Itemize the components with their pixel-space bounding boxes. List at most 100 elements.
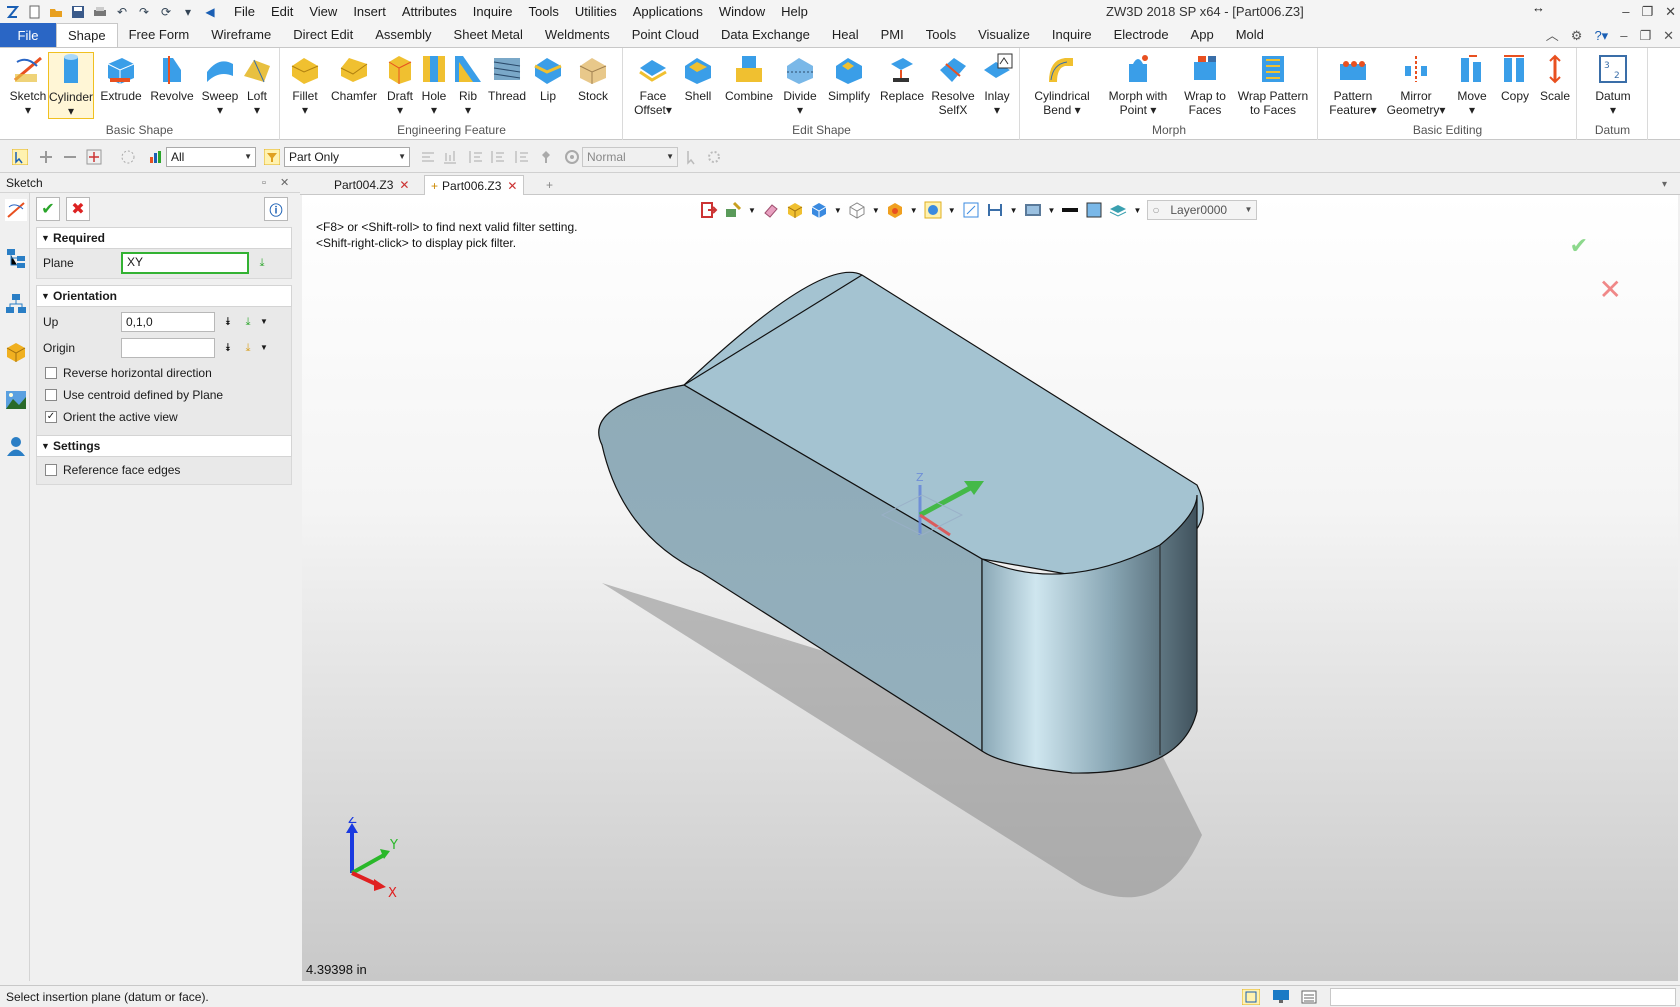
close-tab-icon[interactable]: ✕ <box>399 178 409 192</box>
reverse-horizontal-checkbox[interactable] <box>45 367 57 379</box>
doc-tab-part004[interactable]: Part004.Z3 ✕ <box>328 175 415 195</box>
viewport-accept-icon[interactable]: ✔ <box>1570 233 1588 259</box>
render-mode-icon[interactable] <box>564 149 580 165</box>
part-scope-icon[interactable] <box>264 149 280 165</box>
required-section-header[interactable]: ▼ Required <box>36 227 292 249</box>
origin-dropdown-icon[interactable]: ▼ <box>257 341 271 355</box>
rib-button[interactable]: Rib ▾ <box>451 52 485 117</box>
panel-pin-icon[interactable]: ▫ <box>262 173 266 193</box>
info-button[interactable]: ⓘ <box>264 197 288 221</box>
tab-sheet-metal[interactable]: Sheet Metal <box>443 23 534 47</box>
pick-cursor-icon[interactable] <box>12 149 28 165</box>
box-pick-icon[interactable] <box>120 149 136 165</box>
combine-button[interactable]: Combine <box>722 52 776 103</box>
menu-utilities[interactable]: Utilities <box>567 0 625 24</box>
stock-button[interactable]: Stock <box>571 52 615 103</box>
tab-assembly[interactable]: Assembly <box>364 23 442 47</box>
mode-select[interactable]: Normal ▼ <box>582 147 678 167</box>
origin-pick-icon[interactable]: ⤓ <box>241 341 255 355</box>
doc-minimize-icon[interactable]: – <box>1620 24 1627 48</box>
move-button[interactable]: Move ▾ <box>1451 52 1493 117</box>
hole-button[interactable]: Hole ▾ <box>417 52 451 117</box>
redo-icon[interactable]: ↷ <box>136 4 152 20</box>
chamfer-button[interactable]: Chamfer <box>329 52 379 103</box>
model-3d[interactable]: Z <box>302 195 1678 981</box>
revolve-button[interactable]: Revolve <box>148 52 196 103</box>
divide-button[interactable]: Divide ▾ <box>780 52 820 117</box>
draft-button[interactable]: Draft ▾ <box>383 52 417 117</box>
snap-3-icon[interactable] <box>514 149 530 165</box>
filter-chart-icon[interactable] <box>148 149 164 165</box>
status-list-icon[interactable] <box>1300 989 1318 1005</box>
pin-icon[interactable] <box>538 149 554 165</box>
menu-applications[interactable]: Applications <box>625 0 711 24</box>
assembly-tree-icon[interactable] <box>5 293 27 315</box>
snap-2-icon[interactable] <box>490 149 506 165</box>
datum-button[interactable]: 32 Datum ▾ <box>1590 52 1636 117</box>
tab-direct-edit[interactable]: Direct Edit <box>282 23 364 47</box>
tab-heal[interactable]: Heal <box>821 23 870 47</box>
close-tab-icon[interactable]: ✕ <box>507 179 517 193</box>
remove-pick-icon[interactable] <box>62 149 78 165</box>
wrap-to-faces-button[interactable]: Wrap to Faces <box>1181 52 1229 117</box>
close-icon[interactable]: ✕ <box>1665 0 1676 24</box>
thread-button[interactable]: Thread <box>487 52 527 103</box>
use-centroid-checkbox[interactable] <box>45 389 57 401</box>
app-logo-icon[interactable] <box>4 4 20 20</box>
morph-with-point-button[interactable]: Morph with Point ▾ <box>1105 52 1171 117</box>
viewport-reject-icon[interactable]: ✕ <box>1599 273 1622 306</box>
up-pick-icon[interactable]: ⤓ <box>241 315 255 329</box>
doc-tab-part006[interactable]: + Part006.Z3 ✕ <box>424 175 525 195</box>
filter-select[interactable]: All ▼ <box>166 147 256 167</box>
menu-insert[interactable]: Insert <box>345 0 394 24</box>
up-dropdown-icon[interactable]: ▼ <box>257 315 271 329</box>
back-arrow-icon[interactable]: ◀ <box>202 4 218 20</box>
doc-restore-icon[interactable]: ❐ <box>1639 24 1651 48</box>
tab-list-icon[interactable]: ▾ <box>1656 175 1673 195</box>
orient-view-checkbox[interactable]: ✓ <box>45 411 57 423</box>
tab-file[interactable]: File <box>0 23 56 47</box>
panel-close-icon[interactable]: ✕ <box>280 173 289 193</box>
inlay-button[interactable]: Inlay ▾ <box>978 52 1016 117</box>
settings-gear-icon[interactable]: ⚙ <box>1571 24 1583 48</box>
tab-weldments[interactable]: Weldments <box>534 23 621 47</box>
scope-select[interactable]: Part Only ▼ <box>284 147 410 167</box>
lip-button[interactable]: Lip <box>531 52 565 103</box>
up-options-icon[interactable]: ⯯ <box>221 315 235 329</box>
visual-library-icon[interactable] <box>5 389 27 411</box>
mirror-geometry-button[interactable]: Mirror Geometry▾ <box>1383 52 1449 117</box>
scale-button[interactable]: Scale <box>1537 52 1573 103</box>
tab-free-form[interactable]: Free Form <box>118 23 201 47</box>
sweep-button[interactable]: Sweep ▾ <box>200 52 240 117</box>
tab-pmi[interactable]: PMI <box>870 23 915 47</box>
fillet-button[interactable]: Fillet ▾ <box>287 52 323 117</box>
tab-inquire[interactable]: Inquire <box>1041 23 1103 47</box>
snap-1-icon[interactable] <box>468 149 484 165</box>
shell-button[interactable]: Shell <box>678 52 718 103</box>
settings-section-header[interactable]: ▼ Settings <box>36 435 292 457</box>
doc-close-icon[interactable]: ✕ <box>1663 24 1674 48</box>
sketch-manager-icon[interactable] <box>5 199 27 221</box>
face-offset-button[interactable]: Face Offset▾ <box>632 52 674 117</box>
regen-icon[interactable]: ⟳ <box>158 4 174 20</box>
help-icon[interactable]: ?▾ <box>1594 24 1608 48</box>
menu-file[interactable]: File <box>226 0 263 24</box>
print-icon[interactable] <box>92 4 108 20</box>
up-input[interactable]: 0,1,0 <box>121 312 215 332</box>
menu-view[interactable]: View <box>301 0 345 24</box>
save-icon[interactable] <box>70 4 86 20</box>
gear-disabled-icon[interactable] <box>706 149 722 165</box>
tab-mold[interactable]: Mold <box>1225 23 1275 47</box>
align-bottom-icon[interactable] <box>442 149 458 165</box>
ok-button[interactable]: ✔ <box>36 197 60 221</box>
minimize-icon[interactable]: – <box>1622 0 1629 24</box>
menu-edit[interactable]: Edit <box>263 0 301 24</box>
graphics-viewport[interactable]: <F8> or <Shift-roll> to find next valid … <box>302 195 1678 981</box>
menu-window[interactable]: Window <box>711 0 773 24</box>
plane-input[interactable]: XY <box>121 252 249 274</box>
tab-electrode[interactable]: Electrode <box>1103 23 1180 47</box>
menu-attributes[interactable]: Attributes <box>394 0 465 24</box>
new-tab-icon[interactable]: + <box>540 175 559 195</box>
resolve-selfx-button[interactable]: Resolve SelfX <box>930 52 976 117</box>
history-tree-icon[interactable] <box>5 247 27 269</box>
